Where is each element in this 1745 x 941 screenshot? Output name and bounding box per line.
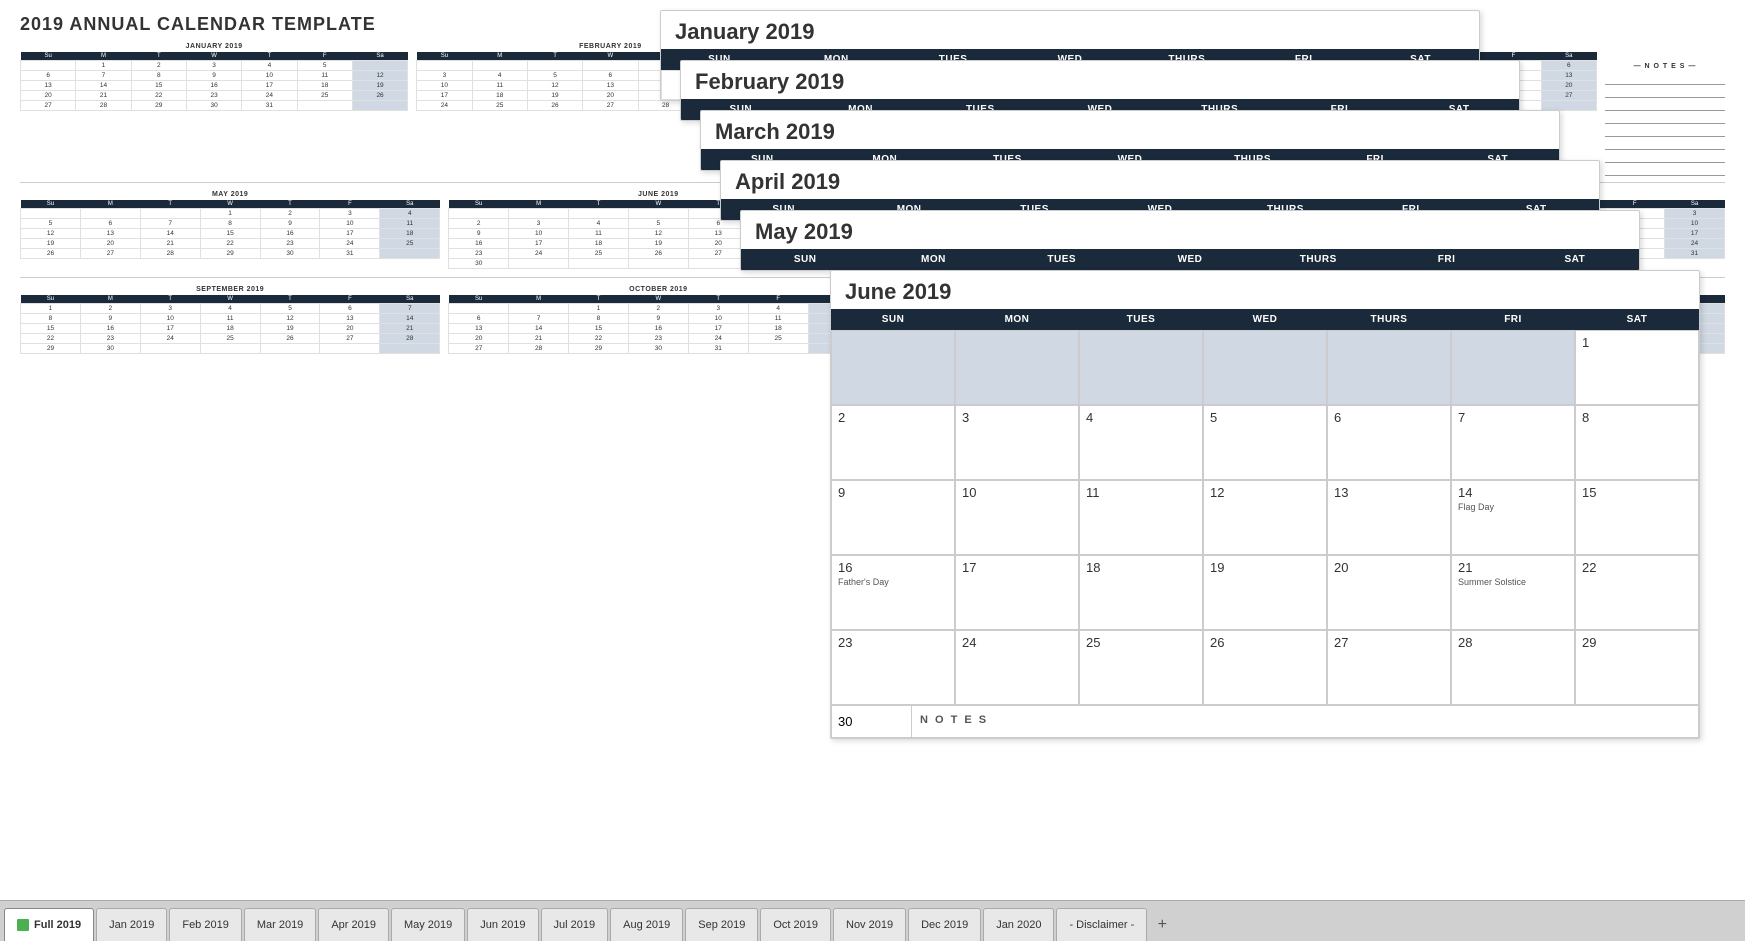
february-title: February 2019 bbox=[681, 61, 1519, 99]
may-title: May 2019 bbox=[741, 211, 1639, 249]
june-cell-30: 30 bbox=[832, 706, 912, 737]
june-cell-28: 28 bbox=[1451, 630, 1575, 705]
stacked-may: May 2019 SUN MON TUES WED THURS FRI SAT bbox=[740, 210, 1640, 271]
june-wed: WED bbox=[1203, 309, 1327, 330]
tab-jan-2020[interactable]: Jan 2020 bbox=[983, 908, 1054, 941]
tab-sep-2019[interactable]: Sep 2019 bbox=[685, 908, 758, 941]
stacked-june: June 2019 SUN MON TUES WED THURS FRI SAT… bbox=[830, 270, 1700, 739]
june-cell-24: 24 bbox=[955, 630, 1079, 705]
march-title: March 2019 bbox=[701, 111, 1559, 149]
january-title: January 2019 bbox=[661, 11, 1479, 49]
june-cell bbox=[831, 330, 955, 405]
june-cell-4: 4 bbox=[1079, 405, 1203, 480]
bottom-tabs: Full 2019 Jan 2019 Feb 2019 Mar 2019 Apr… bbox=[0, 900, 1745, 941]
june-grid: 1 2 3 4 5 6 7 8 9 10 11 12 13 14 Flag Da… bbox=[831, 330, 1699, 705]
june-cell-3: 3 bbox=[955, 405, 1079, 480]
june-sun: SUN bbox=[831, 309, 955, 330]
june-cell-11: 11 bbox=[1079, 480, 1203, 555]
june-thu: THURS bbox=[1327, 309, 1451, 330]
tab-feb-2019[interactable]: Feb 2019 bbox=[169, 908, 241, 941]
june-cell bbox=[1079, 330, 1203, 405]
may-header: SUN MON TUES WED THURS FRI SAT bbox=[741, 249, 1639, 270]
june-cell bbox=[1203, 330, 1327, 405]
june-cell-27: 27 bbox=[1327, 630, 1451, 705]
june-tue: TUES bbox=[1079, 309, 1203, 330]
june-cell-14: 14 Flag Day bbox=[1451, 480, 1575, 555]
june-cell-1: 1 bbox=[1575, 330, 1699, 405]
tab-aug-2019[interactable]: Aug 2019 bbox=[610, 908, 683, 941]
june-header: SUN MON TUES WED THURS FRI SAT bbox=[831, 309, 1699, 330]
june-cell-9: 9 bbox=[831, 480, 955, 555]
tab-jul-2019[interactable]: Jul 2019 bbox=[541, 908, 609, 941]
june-cell bbox=[955, 330, 1079, 405]
june-cell-17: 17 bbox=[955, 555, 1079, 630]
tab-mar-2019[interactable]: Mar 2019 bbox=[244, 908, 316, 941]
june-cell-26: 26 bbox=[1203, 630, 1327, 705]
june-cell-8: 8 bbox=[1575, 405, 1699, 480]
june-cell-21: 21 Summer Solstice bbox=[1451, 555, 1575, 630]
april-title: April 2019 bbox=[721, 161, 1599, 199]
mini-calendar-september: SEPTEMBER 2019 SuMTWTFSa 1234567 8910111… bbox=[20, 286, 440, 354]
june-cell bbox=[1327, 330, 1451, 405]
june-notes-label: N O T E S bbox=[912, 706, 1698, 737]
tab-may-2019[interactable]: May 2019 bbox=[391, 908, 465, 941]
mini-calendar-january: JANUARY 2019 SuMTWTFSa 12345 6789101112 … bbox=[20, 43, 408, 178]
june-cell-2: 2 bbox=[831, 405, 955, 480]
tab-icon bbox=[17, 919, 29, 931]
june-cell-10: 10 bbox=[955, 480, 1079, 555]
tab-disclaimer[interactable]: - Disclaimer - bbox=[1056, 908, 1147, 941]
tab-jun-2019[interactable]: Jun 2019 bbox=[467, 908, 538, 941]
june-cell-29: 29 bbox=[1575, 630, 1699, 705]
tab-jan-2019[interactable]: Jan 2019 bbox=[96, 908, 167, 941]
june-cell-12: 12 bbox=[1203, 480, 1327, 555]
june-cell-15: 15 bbox=[1575, 480, 1699, 555]
tab-oct-2019[interactable]: Oct 2019 bbox=[760, 908, 831, 941]
june-mon: MON bbox=[955, 309, 1079, 330]
stacked-calendars: January 2019 SUN MON TUES WED THURS FRI … bbox=[660, 10, 1720, 890]
tab-add-button[interactable]: + bbox=[1149, 908, 1175, 941]
june-cell-18: 18 bbox=[1079, 555, 1203, 630]
june-cell-20: 20 bbox=[1327, 555, 1451, 630]
june-cell-5: 5 bbox=[1203, 405, 1327, 480]
june-fri: FRI bbox=[1451, 309, 1575, 330]
tab-full-2019[interactable]: Full 2019 bbox=[4, 908, 94, 941]
june-cell-19: 19 bbox=[1203, 555, 1327, 630]
june-cell bbox=[1451, 330, 1575, 405]
june-sat: SAT bbox=[1575, 309, 1699, 330]
june-cell-13: 13 bbox=[1327, 480, 1451, 555]
june-last-row: 30 N O T E S bbox=[831, 705, 1699, 738]
june-cell-25: 25 bbox=[1079, 630, 1203, 705]
flag-day-note: Flag Day bbox=[1458, 502, 1568, 512]
june-title: June 2019 bbox=[831, 271, 1699, 309]
mini-calendar-may: MAY 2019 SuMTWTFSa 1234 567891011 121314… bbox=[20, 191, 440, 269]
june-cell-22: 22 bbox=[1575, 555, 1699, 630]
june-cell-16: 16 Father's Day bbox=[831, 555, 955, 630]
summer-solstice-note: Summer Solstice bbox=[1458, 577, 1568, 587]
tab-apr-2019[interactable]: Apr 2019 bbox=[318, 908, 389, 941]
june-cell-23: 23 bbox=[831, 630, 955, 705]
tab-dec-2019[interactable]: Dec 2019 bbox=[908, 908, 981, 941]
june-cell-7: 7 bbox=[1451, 405, 1575, 480]
june-cell-6: 6 bbox=[1327, 405, 1451, 480]
fathers-day-note: Father's Day bbox=[838, 577, 948, 587]
tab-nov-2019[interactable]: Nov 2019 bbox=[833, 908, 906, 941]
